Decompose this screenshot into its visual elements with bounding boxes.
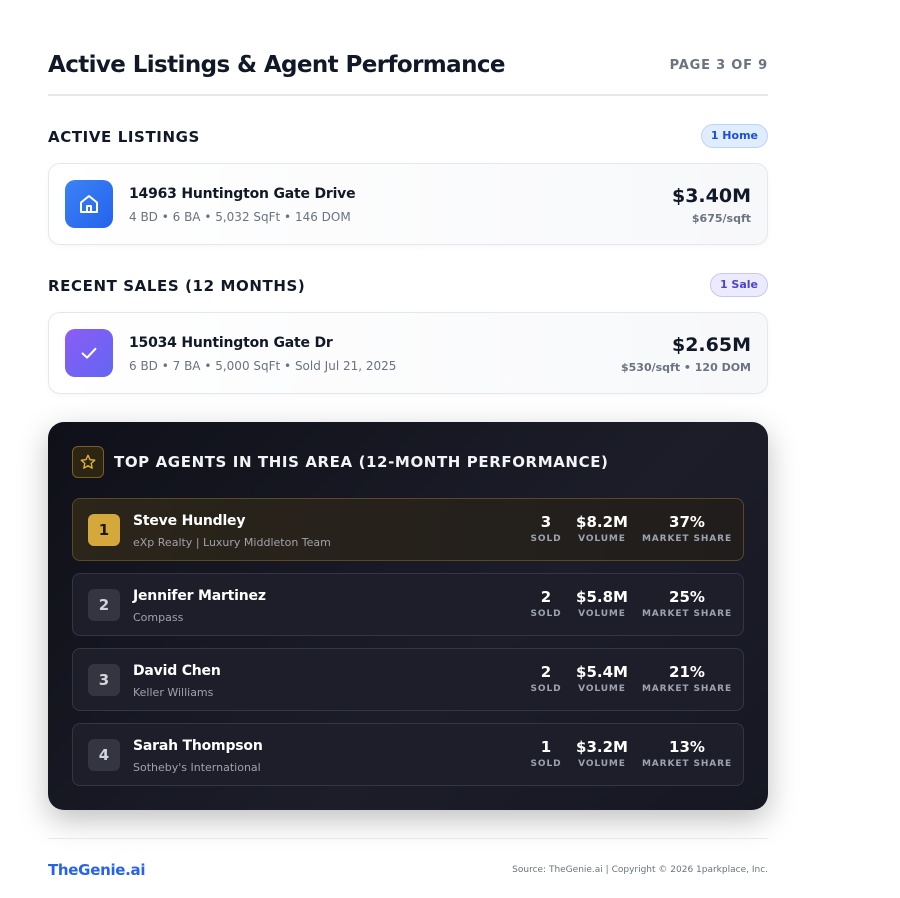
stat-sold-value: 2 [540, 663, 552, 681]
stat-sold-label: SOLD [530, 759, 562, 769]
stat-sold-label: SOLD [530, 609, 562, 619]
stat-sold-label: SOLD [530, 534, 562, 544]
listing-address: 14963 Huntington Gate Drive [129, 186, 356, 202]
sales-count-badge: 1 Sale [709, 273, 768, 297]
stat-share-label: MARKET SHARE [641, 534, 733, 544]
stat-share-label: MARKET SHARE [641, 759, 733, 769]
agent-row[interactable]: 2 Jennifer Martinez Compass 2 SOLD $5.8M… [72, 573, 744, 636]
stat-volume-value: $3.2M [576, 738, 628, 756]
stat-market-share: 21% MARKET SHARE [639, 663, 735, 694]
stat-share-label: MARKET SHARE [641, 609, 733, 619]
stat-share-label: MARKET SHARE [641, 684, 733, 694]
stat-share-value: 37% [669, 513, 705, 531]
page-footer: TheGenie.ai Source: TheGenie.ai | Copyri… [48, 838, 768, 888]
agent-brokerage: Compass [133, 611, 184, 624]
stat-sold-value: 2 [540, 588, 552, 606]
section-title-recent-sales: RECENT SALES (12 MONTHS) [48, 277, 306, 295]
top-agents-title: TOP AGENTS IN THIS AREA (12-MONTH PERFOR… [114, 453, 609, 471]
page-header: Active Listings & Agent Performance PAGE… [48, 50, 768, 96]
stat-volume-label: VOLUME [578, 759, 626, 769]
stat-sold: 3 SOLD [525, 513, 567, 544]
agent-name: David Chen [133, 663, 221, 679]
page-indicator: PAGE 3 OF 9 [669, 58, 768, 73]
listing-count-badge: 1 Home [700, 124, 768, 148]
active-listings-header: ACTIVE LISTINGS 1 Home [48, 124, 768, 150]
footer-brand[interactable]: TheGenie.ai [48, 861, 146, 879]
stat-sold: 2 SOLD [525, 588, 567, 619]
stat-volume-value: $8.2M [576, 513, 628, 531]
star-icon [72, 446, 104, 478]
stat-volume: $3.2M VOLUME [573, 738, 631, 769]
listing-card[interactable]: 14963 Huntington Gate Drive 4 BD • 6 BA … [48, 163, 768, 245]
footer-source: Source: TheGenie.ai | Copyright © 2026 1… [512, 865, 768, 875]
page-title: Active Listings & Agent Performance [48, 52, 506, 78]
section-title-active-listings: ACTIVE LISTINGS [48, 128, 200, 146]
agent-name: Steve Hundley [133, 513, 246, 529]
stat-share-value: 25% [669, 588, 705, 606]
rank-badge: 2 [88, 589, 120, 621]
stat-market-share: 25% MARKET SHARE [639, 588, 735, 619]
stat-volume: $8.2M VOLUME [573, 513, 631, 544]
checkmark-icon [65, 329, 113, 377]
rank-badge: 4 [88, 739, 120, 771]
stat-volume-label: VOLUME [578, 684, 626, 694]
stat-share-value: 21% [669, 663, 705, 681]
rank-badge: 1 [88, 514, 120, 546]
listing-price-per-sqft: $675/sqft [691, 212, 751, 225]
stat-share-value: 13% [669, 738, 705, 756]
listing-details: 4 BD • 6 BA • 5,032 SqFt • 146 DOM [129, 210, 351, 224]
stat-volume-label: VOLUME [578, 534, 626, 544]
stat-volume: $5.8M VOLUME [573, 588, 631, 619]
rank-badge: 3 [88, 664, 120, 696]
agent-brokerage: Sotheby's International [133, 761, 261, 774]
recent-sales-header: RECENT SALES (12 MONTHS) 1 Sale [48, 273, 768, 299]
sale-details: 6 BD • 7 BA • 5,000 SqFt • Sold Jul 21, … [129, 359, 397, 373]
agent-name: Jennifer Martinez [133, 588, 266, 604]
listing-price: $3.40M [671, 185, 751, 207]
stat-volume-value: $5.8M [576, 588, 628, 606]
agent-row[interactable]: 4 Sarah Thompson Sotheby's International… [72, 723, 744, 786]
home-icon [65, 180, 113, 228]
agent-name: Sarah Thompson [133, 738, 263, 754]
agent-brokerage: Keller Williams [133, 686, 214, 699]
stat-volume-value: $5.4M [576, 663, 628, 681]
stat-sold: 1 SOLD [525, 738, 567, 769]
sale-price: $2.65M [671, 334, 751, 356]
stat-market-share: 13% MARKET SHARE [639, 738, 735, 769]
top-agents-panel: TOP AGENTS IN THIS AREA (12-MONTH PERFOR… [48, 422, 768, 810]
stat-volume: $5.4M VOLUME [573, 663, 631, 694]
stat-sold: 2 SOLD [525, 663, 567, 694]
stat-sold-value: 1 [540, 738, 552, 756]
agent-row[interactable]: 1 Steve Hundley eXp Realty | Luxury Midd… [72, 498, 744, 561]
sale-sub-metrics: $530/sqft • 120 DOM [620, 361, 751, 374]
stat-sold-label: SOLD [530, 684, 562, 694]
sale-card[interactable]: 15034 Huntington Gate Dr 6 BD • 7 BA • 5… [48, 312, 768, 394]
agent-row[interactable]: 3 David Chen Keller Williams 2 SOLD $5.4… [72, 648, 744, 711]
sale-address: 15034 Huntington Gate Dr [129, 335, 333, 351]
stat-market-share: 37% MARKET SHARE [639, 513, 735, 544]
stat-volume-label: VOLUME [578, 609, 626, 619]
stat-sold-value: 3 [540, 513, 552, 531]
agent-brokerage: eXp Realty | Luxury Middleton Team [133, 536, 331, 549]
